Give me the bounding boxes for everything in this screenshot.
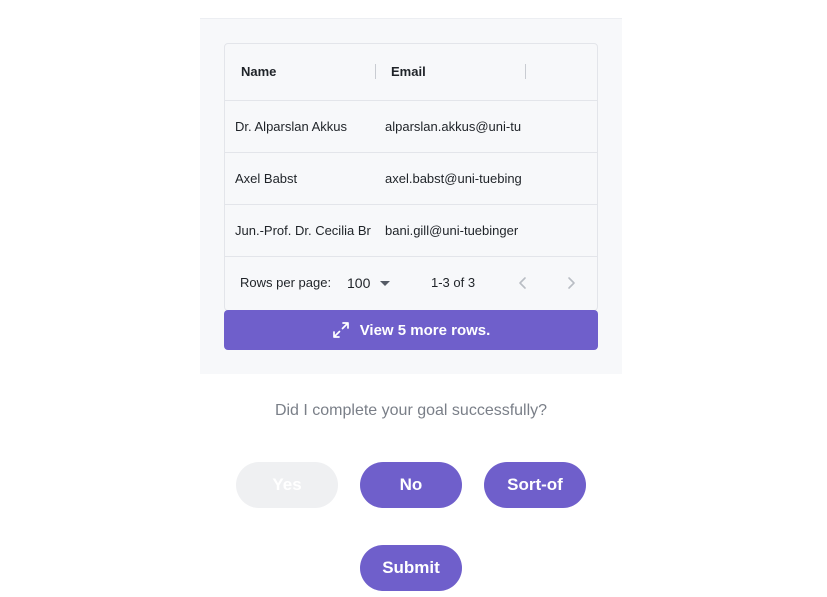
cell-name: Dr. Alparslan Akkus — [235, 119, 347, 134]
cell-email: bani.gill@uni-tuebinger — [385, 223, 519, 238]
chevron-left-icon — [519, 277, 526, 289]
view-more-rows-label: View 5 more rows. — [359, 321, 491, 339]
feedback-question: Did I complete your goal successfully? — [274, 402, 548, 419]
column-header-name[interactable]: Name — [241, 44, 371, 100]
results-panel: Name Email Dr. Alparslan Akkus alparslan… — [200, 18, 622, 374]
column-separator[interactable] — [525, 64, 526, 79]
pagination-range: 1-3 of 3 — [431, 275, 476, 290]
table-row[interactable]: Jun.-Prof. Dr. Cecilia Br bani.gill@uni-… — [225, 205, 597, 257]
rows-per-page-select[interactable]: 100 — [347, 257, 391, 309]
cell-name: Jun.-Prof. Dr. Cecilia Br — [235, 223, 371, 238]
data-grid: Name Email Dr. Alparslan Akkus alparslan… — [224, 43, 598, 311]
cell-email: axel.babst@uni-tuebing — [385, 171, 522, 186]
yes-button[interactable]: Yes — [236, 462, 338, 508]
table-row[interactable]: Dr. Alparslan Akkus alparslan.akkus@uni-… — [225, 101, 597, 153]
table-row[interactable]: Axel Babst axel.babst@uni-tuebing — [225, 153, 597, 205]
caret-down-icon — [380, 280, 391, 286]
page: Name Email Dr. Alparslan Akkus alparslan… — [0, 0, 827, 597]
no-button[interactable]: No — [360, 462, 462, 508]
chevron-right-icon — [568, 277, 575, 289]
grid-footer: Rows per page: 100 1-3 of 3 — [225, 257, 597, 309]
column-header-email[interactable]: Email — [391, 44, 521, 100]
sort-of-button[interactable]: Sort-of — [484, 462, 586, 508]
next-page-button[interactable] — [559, 271, 583, 295]
expand-arrows-icon — [332, 321, 350, 339]
cell-name: Axel Babst — [235, 171, 298, 186]
rows-per-page-label: Rows per page: — [240, 275, 332, 290]
view-more-rows-button[interactable]: View 5 more rows. — [224, 310, 598, 350]
previous-page-button[interactable] — [511, 271, 535, 295]
submit-button[interactable]: Submit — [360, 545, 462, 591]
column-separator[interactable] — [375, 64, 376, 79]
cell-email: alparslan.akkus@uni-tu — [385, 119, 522, 134]
grid-header: Name Email — [225, 44, 597, 101]
rows-per-page-value: 100 — [347, 275, 371, 291]
